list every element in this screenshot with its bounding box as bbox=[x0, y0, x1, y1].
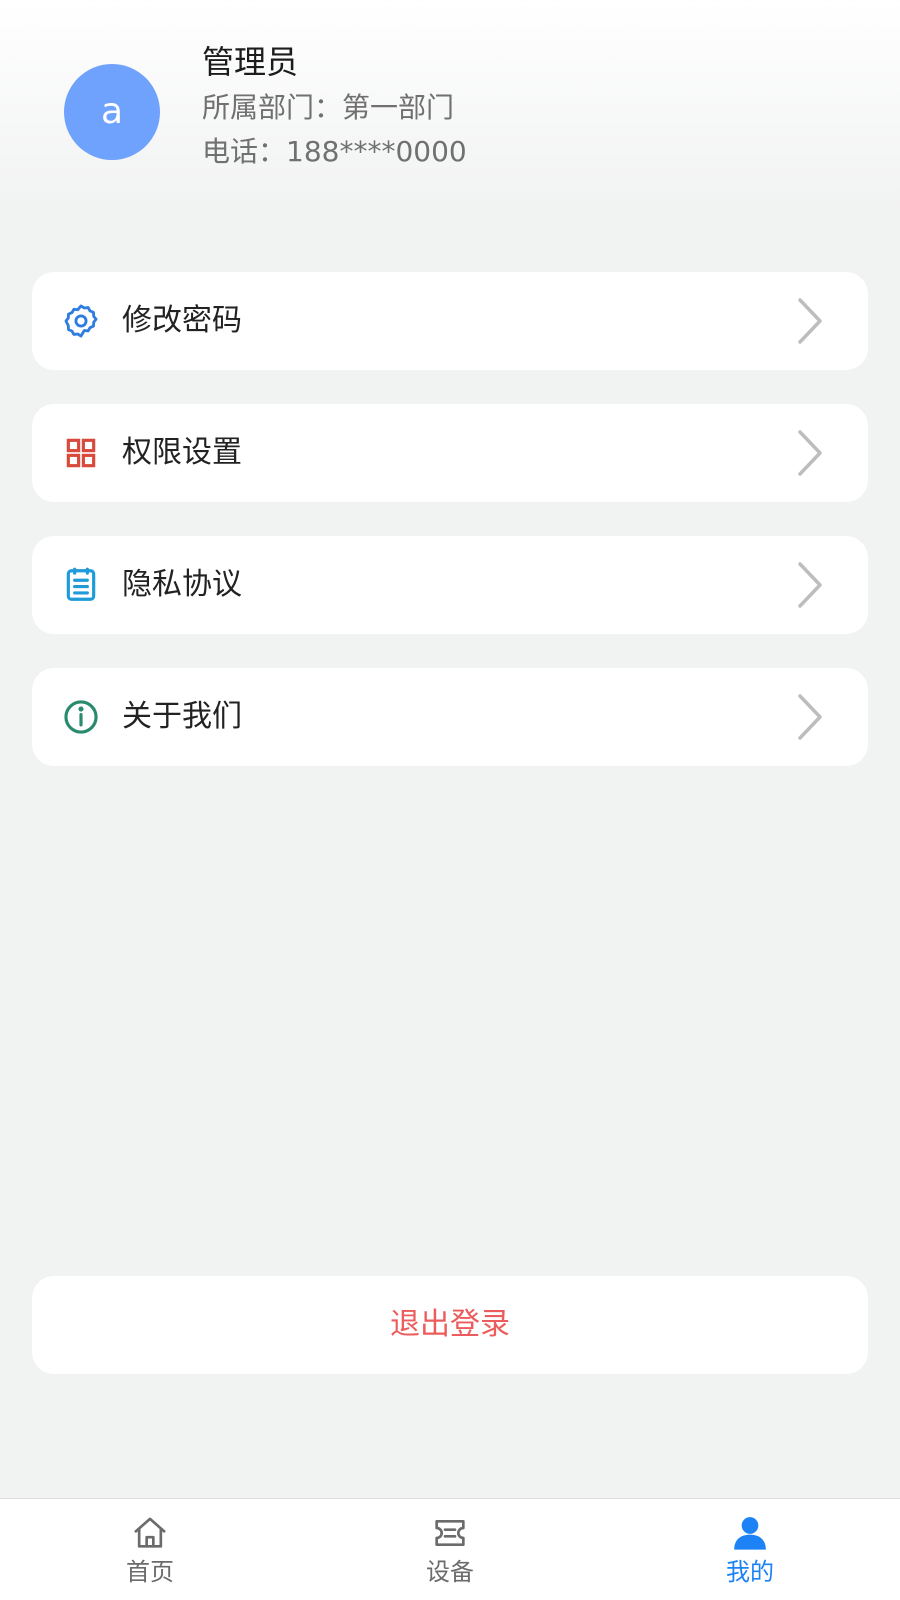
settings-menu: 修改密码 权限设置 隐私协议 关于我们 bbox=[32, 272, 868, 800]
home-icon bbox=[130, 1513, 170, 1553]
menu-item-label: 关于我们 bbox=[122, 699, 242, 734]
user-icon bbox=[730, 1513, 770, 1553]
gear-icon bbox=[62, 302, 100, 340]
document-icon bbox=[62, 566, 100, 604]
tab-mine[interactable]: 我的 bbox=[690, 1499, 810, 1600]
menu-item-permission-settings[interactable]: 权限设置 bbox=[32, 404, 868, 502]
bottom-tab-bar: 首页 设备 我的 bbox=[0, 1498, 900, 1600]
info-icon bbox=[62, 698, 100, 736]
grid-icon bbox=[62, 434, 100, 472]
tab-label: 我的 bbox=[726, 1558, 774, 1586]
user-department: 所属部门：第一部门 bbox=[202, 91, 455, 124]
tab-label: 设备 bbox=[426, 1558, 474, 1586]
chevron-right-icon bbox=[794, 560, 824, 610]
user-name: 管理员 bbox=[202, 43, 299, 81]
menu-item-label: 修改密码 bbox=[122, 303, 242, 338]
menu-item-change-password[interactable]: 修改密码 bbox=[32, 272, 868, 370]
menu-item-label: 权限设置 bbox=[122, 435, 242, 470]
tab-device[interactable]: 设备 bbox=[390, 1499, 510, 1600]
tab-label: 首页 bbox=[126, 1558, 174, 1586]
chevron-right-icon bbox=[794, 692, 824, 742]
tab-home[interactable]: 首页 bbox=[90, 1499, 210, 1600]
menu-item-label: 隐私协议 bbox=[122, 567, 242, 602]
logout-button[interactable]: 退出登录 bbox=[32, 1276, 868, 1374]
device-icon bbox=[430, 1513, 470, 1553]
chevron-right-icon bbox=[794, 296, 824, 346]
avatar[interactable]: a bbox=[64, 64, 160, 160]
profile-header: a 管理员 所属部门：第一部门 电话：188****0000 bbox=[0, 0, 900, 210]
menu-item-about-us[interactable]: 关于我们 bbox=[32, 668, 868, 766]
user-phone: 电话：188****0000 bbox=[202, 135, 467, 168]
menu-item-privacy-policy[interactable]: 隐私协议 bbox=[32, 536, 868, 634]
chevron-right-icon bbox=[794, 428, 824, 478]
